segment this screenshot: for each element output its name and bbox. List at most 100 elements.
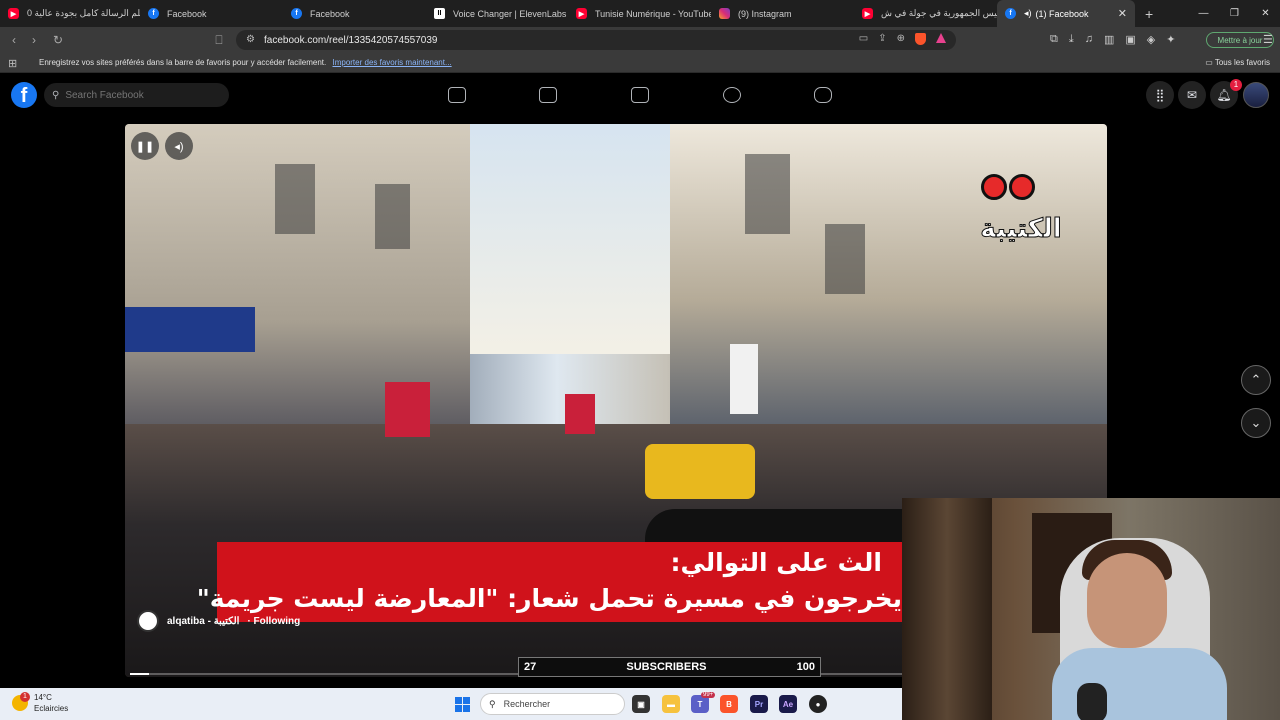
tab-label: Tunisie Numérique - YouTube <box>595 8 711 19</box>
tab-facebook-1[interactable]: f Facebook <box>140 0 283 27</box>
tab-tunisie-numerique[interactable]: ▶ Tunisie Numérique - YouTube <box>568 0 711 27</box>
tab-label: Facebook <box>310 8 350 19</box>
screenshot-icon[interactable]: ⧉ <box>1050 33 1058 46</box>
task-view-icon[interactable]: ▣ <box>632 695 650 713</box>
news-banner-line2: يخرجون في مسيرة تحمل شعار: "المعارضة ليس… <box>196 584 902 613</box>
wallet-icon[interactable]: ▣ <box>1125 33 1135 46</box>
brave-rewards-icon[interactable] <box>936 33 946 43</box>
apps-grid-icon[interactable]: ⊞ <box>8 57 17 70</box>
gaming-icon[interactable] <box>814 87 832 103</box>
close-tab-icon[interactable]: ✕ <box>1118 7 1127 20</box>
after-effects-icon[interactable]: Ae <box>779 695 797 713</box>
import-bookmarks-link[interactable]: Importer des favoris maintenant... <box>332 58 451 67</box>
webcam-door <box>902 498 992 720</box>
binoculars-icon <box>981 174 1041 206</box>
channel-avatar[interactable] <box>137 610 159 632</box>
tab-youtube-film[interactable]: ▶ فيلم الرسالة كامل بجودة عالية 0 <box>0 0 140 27</box>
file-explorer-icon[interactable]: ▬ <box>662 695 680 713</box>
volume-button[interactable]: ◂) <box>165 132 193 160</box>
reload-icon[interactable]: ↻ <box>48 33 68 47</box>
tab-youtube-president[interactable]: ▶ رئيس الجمهورية في جولة في ش... <box>854 0 997 27</box>
subscriber-label: SUBSCRIBERS <box>626 661 707 673</box>
folder-icon: ▭ <box>1205 58 1213 67</box>
follow-status[interactable]: · Following <box>247 616 300 627</box>
brave-shields-icon[interactable] <box>915 33 926 45</box>
video-scene-sky <box>470 124 670 354</box>
tab-label: Facebook <box>167 8 207 19</box>
video-scene-window <box>745 154 790 234</box>
facebook-icon: f <box>291 8 302 19</box>
marketplace-icon[interactable] <box>631 87 649 103</box>
obs-icon[interactable]: ● <box>809 695 827 713</box>
premiere-pro-icon[interactable]: Pr <box>750 695 768 713</box>
download-icon[interactable]: ⤓ <box>1069 33 1074 46</box>
facebook-logo[interactable]: f <box>11 82 37 108</box>
webcam-person-head <box>1087 553 1167 648</box>
tab-label: Voice Changer | ElevenLabs <box>453 8 567 19</box>
webcam-overlay <box>902 498 1280 720</box>
next-reel-button[interactable]: ⌄ <box>1241 408 1271 438</box>
tab-label: (9) Instagram <box>738 8 792 19</box>
youtube-icon: ▶ <box>862 8 873 19</box>
cast-icon[interactable]: ▭ <box>859 33 868 45</box>
profile-avatar[interactable] <box>1243 82 1269 108</box>
share-icon[interactable]: ⇪ <box>878 33 886 45</box>
forward-icon[interactable]: › <box>24 33 44 47</box>
close-window-button[interactable]: ✕ <box>1250 0 1280 27</box>
watermark-text: الكتيبة <box>980 214 1062 245</box>
leo-icon[interactable]: ✦ <box>1166 33 1175 46</box>
notification-badge: 1 <box>1230 79 1242 91</box>
sidebar-icon[interactable]: ▥ <box>1104 33 1114 46</box>
windows-start-icon[interactable] <box>455 697 470 712</box>
address-bar[interactable]: ⚙ facebook.com/reel/1335420574557039 ▭ ⇪… <box>236 30 956 50</box>
taskbar-search-placeholder: Rechercher <box>503 699 551 709</box>
video-scene-window <box>825 224 865 294</box>
tab-instagram[interactable]: (9) Instagram <box>711 0 854 27</box>
music-icon[interactable]: ♫ <box>1085 33 1093 46</box>
groups-icon[interactable] <box>723 87 741 103</box>
video-scene-sign <box>385 382 430 437</box>
search-input[interactable] <box>65 89 216 101</box>
taskbar-search[interactable]: ⚲ Rechercher <box>480 693 625 715</box>
reels-icon[interactable] <box>539 87 557 103</box>
browser-tab-strip: ▶ فيلم الرسالة كامل بجودة عالية 0 f Face… <box>0 0 1280 27</box>
subscriber-goal-bar: 27 SUBSCRIBERS 100 <box>518 657 821 677</box>
menu-icon[interactable]: ☰ <box>1263 33 1273 46</box>
subscriber-goal: 100 <box>796 661 815 673</box>
all-favorites[interactable]: ▭ Tous les favoris <box>1205 58 1270 67</box>
tab-facebook-2[interactable]: f Facebook <box>283 0 426 27</box>
channel-name[interactable]: alqatiba - الكتيبة <box>167 616 239 627</box>
back-icon[interactable]: ‹ <box>4 33 24 47</box>
bookmark-icon[interactable]: ⎕ <box>212 33 226 48</box>
bookmark-message: Enregistrez vos sites préférés dans la b… <box>39 58 452 67</box>
restore-button[interactable]: ❐ <box>1219 0 1250 27</box>
brave-browser-icon[interactable]: B <box>720 695 738 713</box>
bookmark-message-text: Enregistrez vos sites préférés dans la b… <box>39 58 327 67</box>
new-tab-button[interactable]: + <box>1145 6 1153 22</box>
tab-elevenlabs[interactable]: II Voice Changer | ElevenLabs <box>426 0 568 27</box>
tab-facebook-active[interactable]: f ◂) (1) Facebook ✕ <box>997 0 1135 27</box>
video-scene-sign <box>565 394 595 434</box>
pause-button[interactable]: ❚❚ <box>131 132 159 160</box>
news-banner-line1: الث على التوالي: <box>670 548 883 577</box>
all-favorites-label: Tous les favoris <box>1214 58 1270 67</box>
video-scene-taxi <box>645 444 755 499</box>
site-info-icon[interactable]: ⚙ <box>246 34 255 45</box>
facebook-search[interactable]: ⚲ <box>44 83 229 107</box>
webcam-microphone <box>1077 683 1107 720</box>
facebook-icon: f <box>148 8 159 19</box>
search-icon: ⚲ <box>489 698 496 709</box>
bookmark-bar: ⊞ Enregistrez vos sites préférés dans la… <box>0 53 1280 73</box>
zoom-icon[interactable]: ⊕ <box>897 33 905 45</box>
channel-info[interactable]: alqatiba - الكتيبة · Following <box>137 610 300 632</box>
messenger-icon[interactable]: ✉ <box>1178 81 1206 109</box>
browser-tools: ⧉ ⤓ ♫ ▥ ▣ ◈ ✦ <box>1050 33 1175 46</box>
teams-badge: 99+ <box>701 692 716 698</box>
tab-label: فيلم الرسالة كامل بجودة عالية 0 <box>27 8 140 18</box>
previous-reel-button[interactable]: ⌃ <box>1241 365 1271 395</box>
vpn-icon[interactable]: ◈ <box>1147 33 1155 46</box>
minimize-button[interactable]: — <box>1188 0 1219 27</box>
home-icon[interactable] <box>448 87 466 103</box>
youtube-icon: ▶ <box>8 8 19 19</box>
menu-grid-icon[interactable]: ⣿ <box>1146 81 1174 109</box>
